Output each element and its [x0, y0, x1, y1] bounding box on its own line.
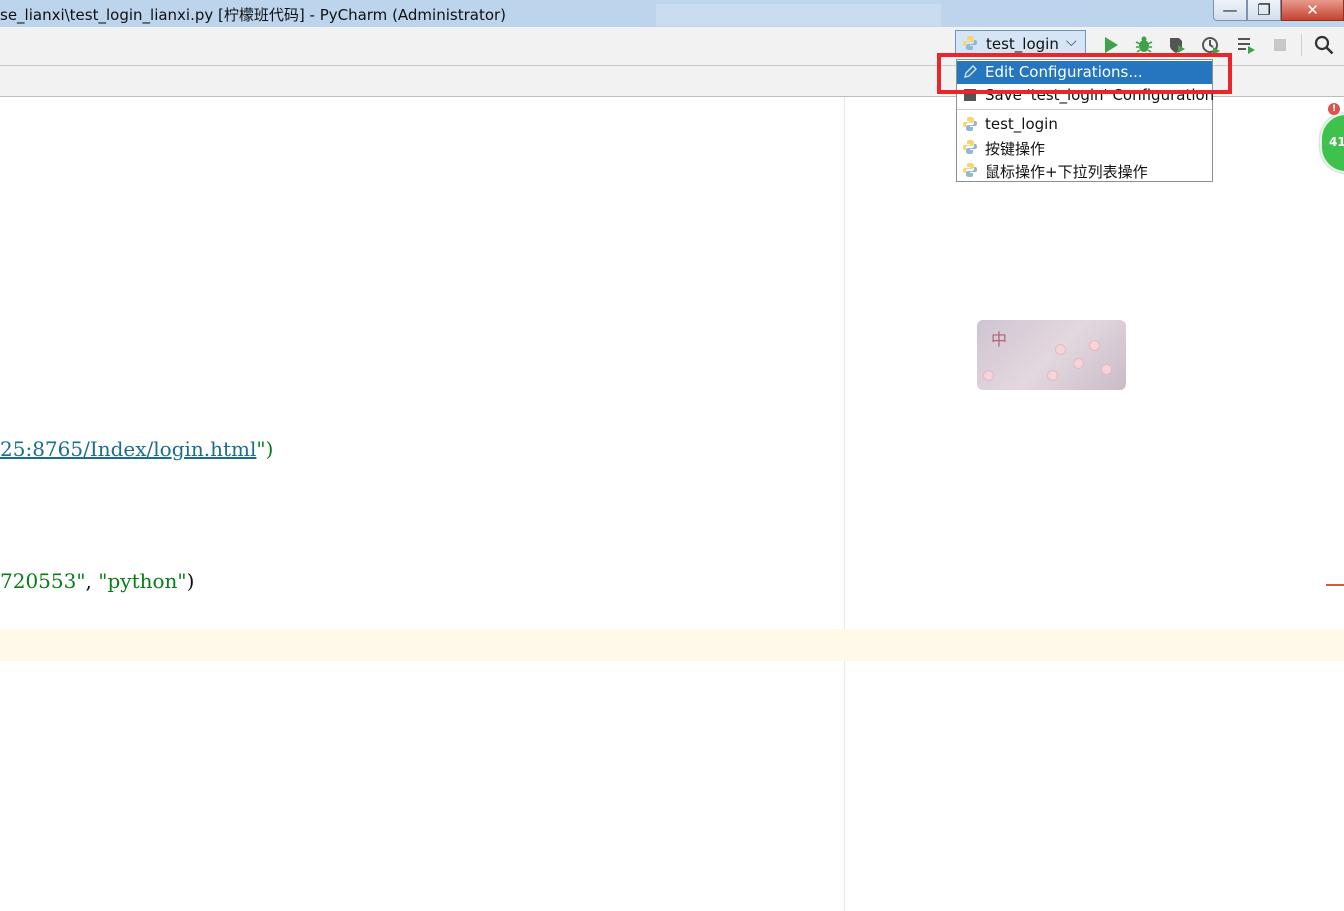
menu-separator: [957, 109, 1212, 110]
petal-icon: [983, 370, 994, 381]
debug-icon[interactable]: [1134, 35, 1154, 55]
code-editor[interactable]: 25:8765/Index/login.html") 720553", "pyt…: [0, 97, 1344, 911]
code-line-url: 25:8765/Index/login.html"): [0, 437, 273, 461]
url-link[interactable]: 25:8765/Index/login.html: [0, 437, 256, 461]
badge-count: 41: [1329, 135, 1344, 149]
paren-close: ): [186, 569, 195, 593]
restore-icon: ❐: [1257, 1, 1271, 19]
window-title-bar: se_lianxi\test_login_lianxi.py [柠檬班代码] -…: [0, 0, 1344, 27]
window-title: se_lianxi\test_login_lianxi.py [柠檬班代码] -…: [0, 6, 507, 24]
sakura-ime-skin: 中: [977, 320, 1126, 390]
petal-icon: [1047, 370, 1058, 381]
close-icon: ✕: [1306, 1, 1319, 19]
python-icon: [963, 36, 977, 50]
menu-item-mouse-operations[interactable]: 鼠标操作+下拉列表操作: [957, 159, 1212, 182]
annotation-highlight-box: [937, 53, 1232, 94]
string-arg-user: 720553": [0, 569, 86, 593]
python-icon: [963, 163, 977, 177]
menu-item-test-login[interactable]: test_login: [957, 113, 1212, 136]
run-icon[interactable]: [1101, 35, 1121, 55]
petal-icon: [1101, 364, 1112, 375]
python-icon: [963, 140, 977, 154]
profile-icon[interactable]: [1201, 35, 1221, 55]
coverage-icon[interactable]: [1167, 35, 1187, 55]
arg-separator: ,: [85, 569, 99, 593]
string-quote: "): [256, 437, 274, 461]
petal-icon: [1055, 344, 1066, 355]
search-icon[interactable]: [1314, 35, 1334, 55]
right-margin-guide: [844, 97, 845, 911]
petal-icon: [1073, 358, 1084, 369]
maximize-button[interactable]: ❐: [1247, 0, 1281, 21]
toolbar-separator: [1301, 34, 1302, 56]
menu-item-key-operations[interactable]: 按键操作: [957, 136, 1212, 159]
minimize-icon: —: [1222, 1, 1238, 19]
python-icon: [963, 117, 977, 131]
current-line-highlight: [0, 629, 1344, 661]
minimize-button[interactable]: —: [1213, 0, 1247, 21]
petal-icon: [1089, 340, 1100, 351]
error-stripe-mark[interactable]: [1326, 584, 1344, 586]
background-window-ghost: [655, 3, 942, 27]
close-button[interactable]: ✕: [1281, 0, 1344, 21]
code-line-login: 720553", "python"): [0, 569, 194, 593]
concurrency-icon[interactable]: [1236, 35, 1256, 55]
run-configuration-label: test_login: [986, 35, 1059, 53]
ime-mode-char: 中: [991, 330, 1008, 349]
string-arg-password: "python": [98, 569, 187, 593]
stop-icon[interactable]: [1270, 35, 1290, 55]
chevron-down-icon: ⌵: [1066, 34, 1077, 50]
